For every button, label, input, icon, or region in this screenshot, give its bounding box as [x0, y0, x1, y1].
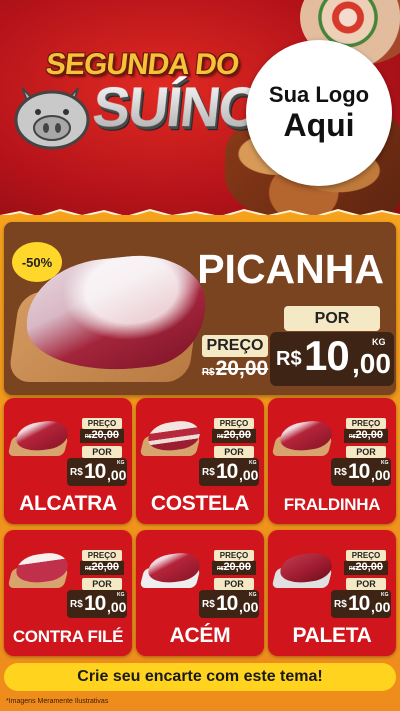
old-price: R$ 20,00	[212, 429, 256, 443]
product-card: PREÇO R$ 20,00 POR R$ 10 ,00 KG COSTELA	[136, 398, 264, 524]
price-int: 10	[348, 592, 370, 615]
currency: R$	[334, 467, 347, 478]
currency: R$	[70, 599, 83, 610]
logo-text-line-1: Sua Logo	[268, 82, 370, 108]
product-name: CONTRA FILÉ	[12, 627, 124, 646]
product-name: FRALDINHA	[283, 495, 381, 514]
title-logo: SEGUNDA DO SUÍNO	[8, 48, 264, 168]
preco-label: PREÇO	[214, 550, 254, 561]
logo-text-line-2: Aqui	[283, 106, 355, 143]
por-label: POR	[214, 578, 254, 590]
header: SEGUNDA DO SUÍNO Sua Logo Aqui	[0, 0, 400, 222]
unit: KG	[381, 592, 389, 598]
price-dec: ,00	[107, 599, 127, 615]
old-price-value: 20,00	[223, 561, 251, 573]
price-int: 10	[348, 460, 370, 483]
price-dec: ,00	[371, 599, 391, 615]
currency: R$	[334, 599, 347, 610]
price: R$ 10 ,00 KG	[67, 458, 127, 486]
unit: KG	[249, 592, 257, 598]
price-dec: ,00	[107, 467, 127, 483]
currency: R$	[202, 467, 215, 478]
unit: KG	[381, 460, 389, 466]
por-label: POR	[82, 578, 122, 590]
price-int: 10	[216, 460, 238, 483]
product-card: PREÇO R$ 20,00 POR R$ 10 ,00 KG ALCATRA	[4, 398, 132, 524]
product-name: ALCATRA	[19, 492, 117, 515]
product-name: PALETA	[292, 624, 372, 647]
old-price: R$ 20,00	[80, 561, 124, 575]
currency: R$	[202, 599, 215, 610]
pig-icon	[14, 87, 90, 150]
old-price-value: 20,00	[91, 429, 119, 441]
hero-price-dec: ,00	[352, 348, 391, 379]
product-card: PREÇO R$ 20,00 POR R$ 10 ,00 KG PALETA	[268, 530, 396, 656]
preco-label: PREÇO	[82, 550, 122, 561]
old-price: R$ 20,00	[344, 561, 388, 575]
price: R$ 10 ,00 KG	[199, 590, 259, 618]
hero-offer: -50% PICANHA PREÇO R$ 20,00 POR R$ 10 ,0…	[4, 222, 396, 395]
hero-price: R$ 10 ,00 KG	[270, 332, 394, 386]
product-card: PREÇO R$ 20,00 POR R$ 10 ,00 KG FRALDINHA	[268, 398, 396, 524]
preco-label: PREÇO	[82, 418, 122, 429]
unit: KG	[249, 460, 257, 466]
cta-button[interactable]: Crie seu encarte com este tema!	[4, 663, 396, 691]
por-label: POR	[82, 446, 122, 458]
preco-label: PREÇO	[214, 418, 254, 429]
preco-label: PREÇO	[346, 418, 386, 429]
hero-old-value: 20,00	[215, 357, 269, 380]
old-price: R$ 20,00	[212, 561, 256, 575]
old-price: R$ 20,00	[344, 429, 388, 443]
hero-preco-label: PREÇO	[202, 335, 268, 357]
hero-old-price: R$ 20,00	[202, 357, 268, 385]
hero-unit: KG	[372, 337, 386, 347]
hero-old-currency: R$	[201, 367, 215, 378]
product-name: ACÉM	[169, 624, 231, 647]
hero-price-int: 10	[304, 332, 350, 379]
old-price-value: 20,00	[91, 561, 119, 573]
product-name: COSTELA	[150, 492, 250, 515]
hero-currency: R$	[276, 348, 302, 370]
price-int: 10	[84, 592, 106, 615]
hero-por-label: POR	[284, 306, 380, 331]
old-price: R$ 20,00	[80, 429, 124, 443]
price: R$ 10 ,00 KG	[67, 590, 127, 618]
price: R$ 10 ,00 KG	[331, 458, 391, 486]
price-int: 10	[84, 460, 106, 483]
hero-product-name: PICANHA	[197, 246, 384, 292]
price-dec: ,00	[239, 599, 259, 615]
logo-placeholder: Sua Logo Aqui	[246, 40, 392, 186]
disclaimer-note: *Imagens Meramente Ilustrativas	[6, 698, 109, 705]
price-dec: ,00	[371, 467, 391, 483]
title-line-2: SUÍNO	[89, 75, 264, 138]
old-price-value: 20,00	[355, 429, 383, 441]
old-price-value: 20,00	[223, 429, 251, 441]
por-label: POR	[346, 446, 386, 458]
price-int: 10	[216, 592, 238, 615]
por-label: POR	[214, 446, 254, 458]
price-dec: ,00	[239, 467, 259, 483]
product-card: PREÇO R$ 20,00 POR R$ 10 ,00 KG CONTRA FI…	[4, 530, 132, 656]
unit: KG	[117, 592, 125, 598]
product-card: PREÇO R$ 20,00 POR R$ 10 ,00 KG ACÉM	[136, 530, 264, 656]
currency: R$	[70, 467, 83, 478]
preco-label: PREÇO	[346, 550, 386, 561]
price: R$ 10 ,00 KG	[199, 458, 259, 486]
por-label: POR	[346, 578, 386, 590]
discount-badge: -50%	[12, 242, 62, 282]
unit: KG	[117, 460, 125, 466]
old-price-value: 20,00	[355, 561, 383, 573]
price: R$ 10 ,00 KG	[331, 590, 391, 618]
